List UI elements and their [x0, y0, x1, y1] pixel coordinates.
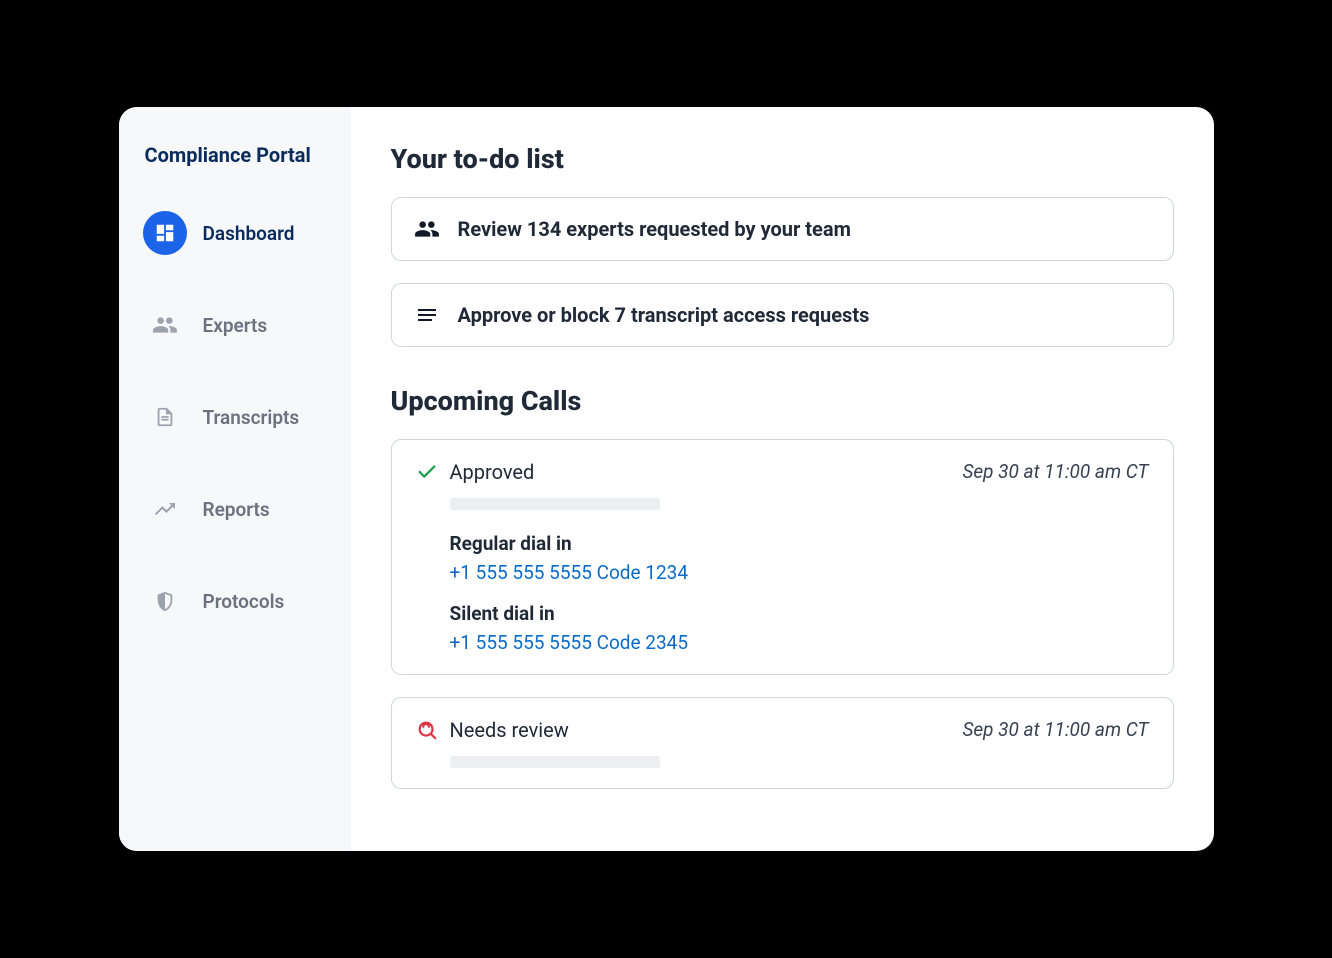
sidebar-item-label: Experts [203, 314, 268, 337]
regular-dial-label: Regular dial in [450, 532, 1149, 555]
trending-icon [143, 487, 187, 531]
document-icon [143, 395, 187, 439]
todo-review-experts[interactable]: Review 134 experts requested by your tea… [391, 197, 1174, 261]
regular-dial-section: Regular dial in +1 555 555 5555 Code 123… [450, 532, 1149, 654]
app-window: Compliance Portal Dashboard Experts Tran… [119, 107, 1214, 851]
sidebar-item-experts[interactable]: Experts [139, 295, 331, 355]
sidebar-item-protocols[interactable]: Protocols [139, 571, 331, 631]
call-card-needs-review[interactable]: Needs review Sep 30 at 11:00 am CT [391, 697, 1174, 789]
call-time: Sep 30 at 11:00 am CT [962, 460, 1148, 483]
silent-dial-label: Silent dial in [450, 602, 1149, 625]
call-status: Needs review [416, 718, 569, 742]
silent-dial-value[interactable]: +1 555 555 5555 Code 2345 [450, 631, 1149, 654]
sidebar-item-transcripts[interactable]: Transcripts [139, 387, 331, 447]
call-header: Approved Sep 30 at 11:00 am CT [416, 460, 1149, 484]
sidebar-title: Compliance Portal [139, 143, 331, 167]
call-time: Sep 30 at 11:00 am CT [962, 718, 1148, 741]
todo-approve-transcripts[interactable]: Approve or block 7 transcript access req… [391, 283, 1174, 347]
upcoming-heading: Upcoming Calls [391, 385, 1174, 417]
call-status: Approved [416, 460, 535, 484]
sidebar-item-label: Protocols [203, 590, 285, 613]
todo-text: Approve or block 7 transcript access req… [458, 303, 870, 327]
sidebar-item-label: Transcripts [203, 406, 300, 429]
list-icon [414, 302, 440, 328]
call-card-approved[interactable]: Approved Sep 30 at 11:00 am CT Regular d… [391, 439, 1174, 675]
sidebar-item-label: Dashboard [203, 222, 295, 245]
todo-heading: Your to-do list [391, 143, 1174, 175]
placeholder-bar [450, 498, 660, 510]
dashboard-icon [143, 211, 187, 255]
todo-text: Review 134 experts requested by your tea… [458, 217, 851, 241]
call-status-label: Approved [450, 460, 535, 484]
sidebar-item-reports[interactable]: Reports [139, 479, 331, 539]
call-header: Needs review Sep 30 at 11:00 am CT [416, 718, 1149, 742]
check-icon [416, 461, 438, 483]
sidebar: Compliance Portal Dashboard Experts Tran… [119, 107, 351, 851]
placeholder-bar [450, 756, 660, 768]
people-icon [414, 216, 440, 242]
call-status-label: Needs review [450, 718, 569, 742]
people-icon [143, 303, 187, 347]
shield-icon [143, 579, 187, 623]
main-content: Your to-do list Review 134 experts reque… [351, 107, 1214, 851]
regular-dial-value[interactable]: +1 555 555 5555 Code 1234 [450, 561, 1149, 584]
sidebar-item-label: Reports [203, 498, 270, 521]
review-search-icon [416, 719, 438, 741]
sidebar-item-dashboard[interactable]: Dashboard [139, 203, 331, 263]
